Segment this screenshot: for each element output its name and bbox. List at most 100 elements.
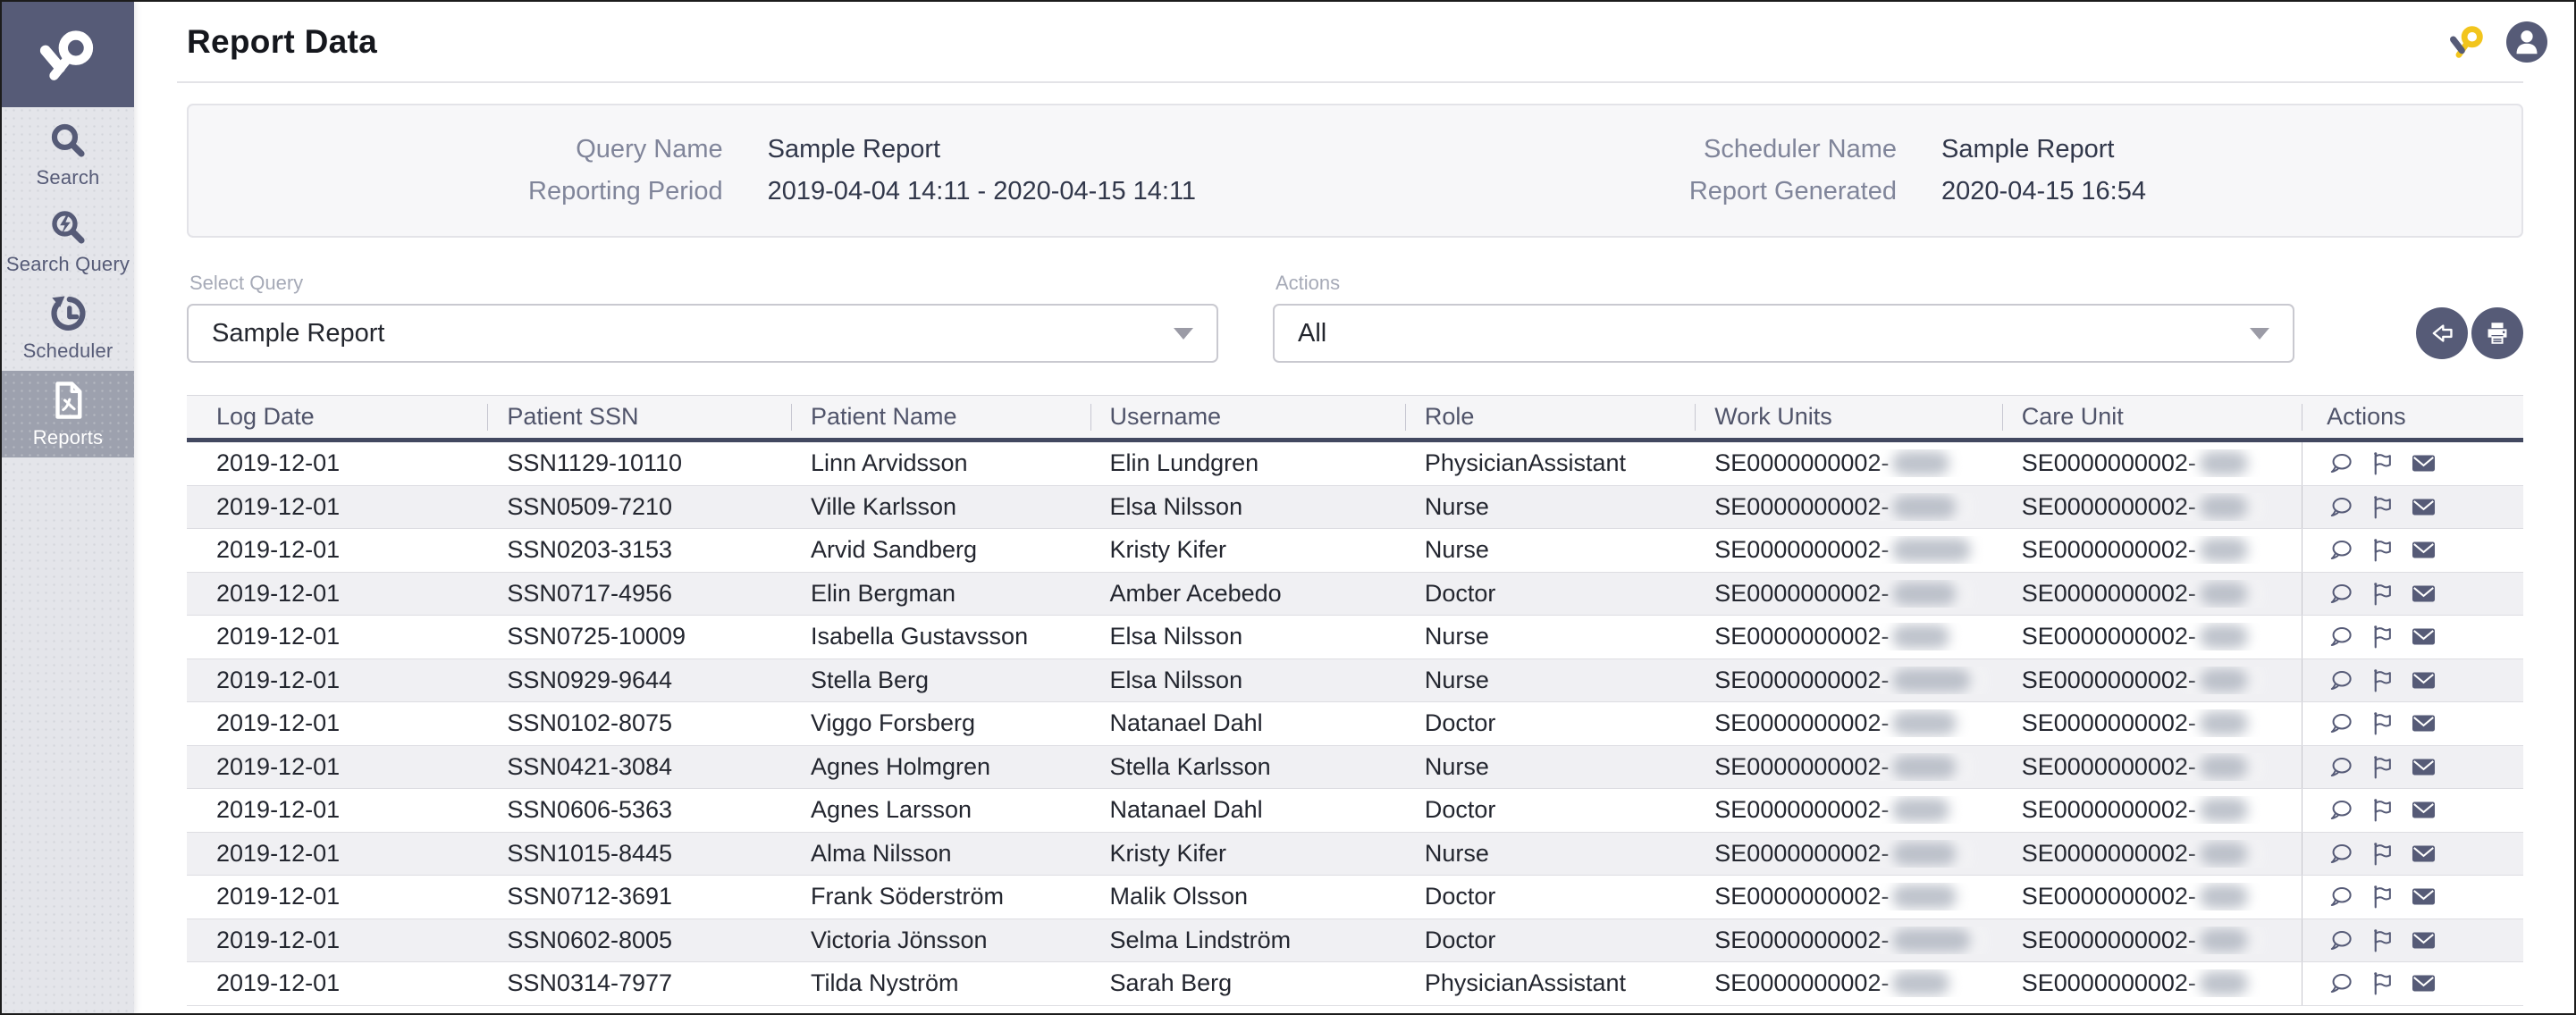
comment-icon[interactable] [2328,969,2355,997]
comment-icon[interactable] [2328,536,2355,564]
flag-icon[interactable] [2369,796,2396,824]
flag-icon[interactable] [2369,493,2396,521]
care-unit-cell: SE0000000002- [2002,493,2302,521]
mail-icon[interactable] [2410,927,2437,954]
mail-icon[interactable] [2410,449,2437,477]
table-row: 2019-12-01 SSN0102-8075 Viggo Forsberg N… [187,702,2523,746]
column-header-username[interactable]: Username [1090,403,1405,431]
column-header-work-units[interactable]: Work Units [1695,403,2001,431]
column-header-actions[interactable]: Actions [2302,403,2523,431]
select-query-dropdown[interactable]: Sample Report [187,304,1218,363]
redacted-blur [1892,451,1949,475]
sidebar-item-search-query[interactable]: Search Query [2,197,134,284]
redacted-blur [2200,538,2248,562]
log-date-cell: 2019-12-01 [187,449,487,477]
flag-icon[interactable] [2369,709,2396,737]
brand-logo-small-icon [2444,21,2490,63]
report-summary-panel: Query Name Sample Report Reporting Perio… [187,104,2523,238]
mail-icon[interactable] [2410,883,2437,910]
flag-icon[interactable] [2369,753,2396,781]
patient-name-cell: Linn Arvidsson [791,449,1090,477]
row-actions-cell [2302,789,2523,832]
summary-right-group: Scheduler Name Sample Report Report Gene… [1689,135,2146,206]
flag-icon[interactable] [2369,667,2396,694]
username-cell: Selma Lindström [1090,927,1405,954]
flag-icon[interactable] [2369,449,2396,477]
column-header-patient-ssn[interactable]: Patient SSN [487,403,791,431]
sidebar-item-scheduler[interactable]: Scheduler [2,284,134,371]
patient-name-cell: Elin Bergman [791,580,1090,608]
column-header-patient-name[interactable]: Patient Name [791,403,1090,431]
patient-ssn-cell: SSN0421-3084 [487,753,791,781]
actions-dropdown[interactable]: All [1273,304,2294,363]
comment-icon[interactable] [2328,449,2355,477]
comment-icon[interactable] [2328,840,2355,868]
comment-icon[interactable] [2328,709,2355,737]
patient-name-cell: Ville Karlsson [791,493,1090,521]
row-actions-cell [2302,486,2523,529]
log-date-cell: 2019-12-01 [187,493,487,521]
comment-icon[interactable] [2328,883,2355,910]
reporting-period-label: Reporting Period [528,177,723,206]
comment-icon[interactable] [2328,623,2355,650]
print-button[interactable] [2471,307,2523,359]
flag-icon[interactable] [2369,883,2396,910]
log-date-cell: 2019-12-01 [187,840,487,868]
column-header-role[interactable]: Role [1405,403,1695,431]
log-date-cell: 2019-12-01 [187,536,487,564]
sidebar-item-search[interactable]: Search [2,111,134,197]
mail-icon[interactable] [2410,623,2437,650]
flag-icon[interactable] [2369,840,2396,868]
comment-icon[interactable] [2328,927,2355,954]
flag-icon[interactable] [2369,536,2396,564]
flag-icon[interactable] [2369,969,2396,997]
select-query-field: Select Query Sample Report [187,272,1218,363]
role-cell: Doctor [1405,796,1695,824]
row-actions-cell [2302,833,2523,876]
log-date-cell: 2019-12-01 [187,927,487,954]
column-header-log-date[interactable]: Log Date [187,403,487,431]
mail-icon[interactable] [2410,536,2437,564]
redacted-blur [1892,668,1971,692]
row-actions-cell [2302,746,2523,789]
comment-icon[interactable] [2328,667,2355,694]
work-units-cell: SE0000000002- [1695,667,2001,694]
user-avatar-button[interactable] [2506,21,2547,63]
redacted-blur [2200,495,2248,519]
redacted-blur [2200,842,2248,866]
work-units-cell: SE0000000002- [1695,796,2001,824]
table-row: 2019-12-01 SSN1015-8445 Alma Nilsson Kri… [187,833,2523,877]
log-date-cell: 2019-12-01 [187,667,487,694]
work-units-cell: SE0000000002- [1695,449,2001,477]
comment-icon[interactable] [2328,796,2355,824]
redacted-blur [1892,755,1957,779]
app-logo[interactable] [2,2,134,107]
table-row: 2019-12-01 SSN0509-7210 Ville Karlsson E… [187,486,2523,530]
export-back-button[interactable] [2416,307,2468,359]
patient-ssn-cell: SSN0102-8075 [487,709,791,737]
role-cell: Nurse [1405,753,1695,781]
comment-icon[interactable] [2328,753,2355,781]
mail-icon[interactable] [2410,753,2437,781]
mail-icon[interactable] [2410,580,2437,608]
column-header-care-unit[interactable]: Care Unit [2002,403,2302,431]
comment-icon[interactable] [2328,580,2355,608]
work-units-cell: SE0000000002- [1695,580,2001,608]
row-actions-cell [2302,616,2523,658]
flag-icon[interactable] [2369,927,2396,954]
comment-icon[interactable] [2328,493,2355,521]
flag-icon[interactable] [2369,623,2396,650]
mail-icon[interactable] [2410,667,2437,694]
sidebar-item-reports[interactable]: Reports [2,371,134,457]
mail-icon[interactable] [2410,493,2437,521]
work-units-cell: SE0000000002- [1695,493,2001,521]
scheduler-history-icon [47,293,88,334]
topbar-right [2444,21,2547,63]
patient-name-cell: Agnes Larsson [791,796,1090,824]
redacted-blur [2200,798,2248,822]
mail-icon[interactable] [2410,796,2437,824]
mail-icon[interactable] [2410,969,2437,997]
flag-icon[interactable] [2369,580,2396,608]
mail-icon[interactable] [2410,840,2437,868]
mail-icon[interactable] [2410,709,2437,737]
